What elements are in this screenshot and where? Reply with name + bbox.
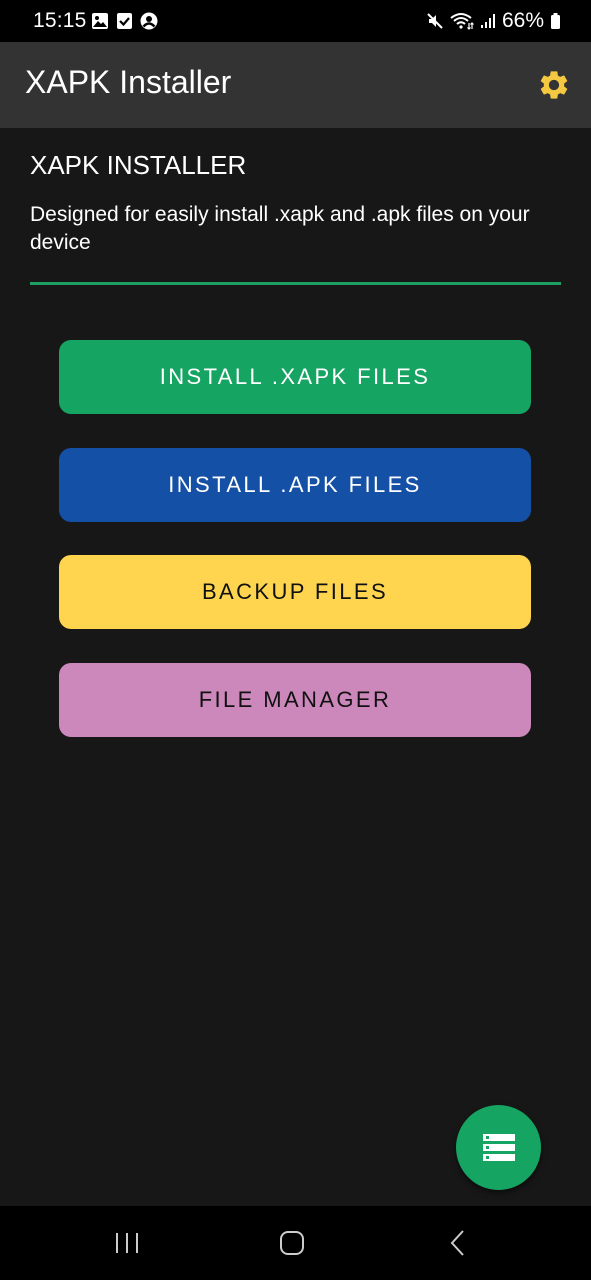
recent-apps-icon: [116, 1233, 138, 1253]
battery-percent: 66%: [501, 9, 544, 32]
app-bar: XAPK Installer: [0, 42, 591, 128]
wifi-icon: [450, 13, 474, 30]
file-manager-button[interactable]: FILE MANAGER: [59, 663, 531, 737]
list-icon: [482, 1133, 515, 1161]
section-heading: XAPK INSTALLER: [30, 150, 247, 180]
settings-button[interactable]: [537, 68, 571, 102]
home-icon: [280, 1231, 304, 1255]
backup-files-button[interactable]: BACKUP FILES: [59, 555, 531, 629]
signal-icon: [480, 14, 495, 28]
back-icon: [450, 1230, 464, 1256]
gear-icon: [540, 71, 568, 99]
gallery-icon: [92, 13, 108, 29]
account-icon: [140, 12, 158, 30]
fab-list-button[interactable]: [456, 1105, 541, 1190]
home-button[interactable]: [272, 1228, 312, 1258]
back-button[interactable]: [438, 1228, 478, 1258]
app-title: XAPK Installer: [25, 64, 232, 100]
status-bar: 15:15 66%: [0, 0, 591, 42]
install-apk-button[interactable]: INSTALL .APK FILES: [59, 448, 531, 522]
system-nav-bar: [0, 1206, 591, 1280]
main-content: XAPK INSTALLER Designed for easily insta…: [0, 128, 591, 1206]
recent-apps-button[interactable]: [107, 1228, 147, 1258]
divider: [30, 282, 561, 285]
mute-icon: [427, 13, 443, 29]
battery-icon: [551, 13, 560, 29]
checkbox-icon: [117, 13, 132, 29]
install-xapk-button[interactable]: INSTALL .XAPK FILES: [59, 340, 531, 414]
section-description: Designed for easily install .xapk and .a…: [30, 203, 530, 254]
status-time: 15:15: [33, 9, 87, 32]
